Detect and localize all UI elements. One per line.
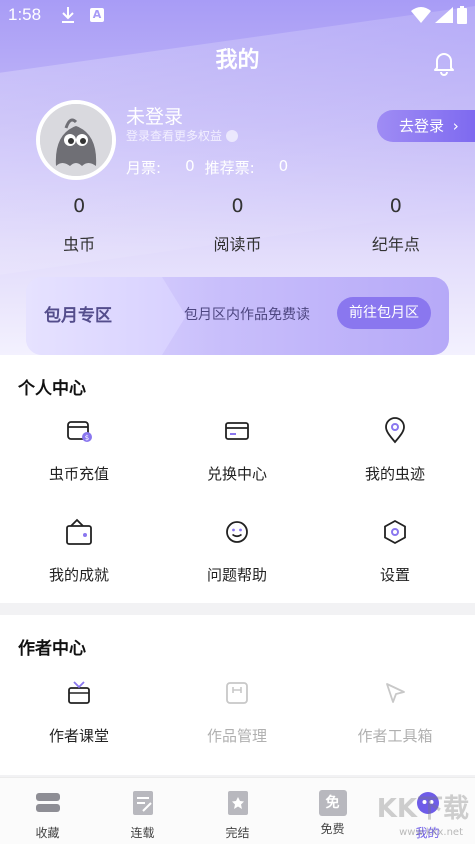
book-manage-icon (226, 682, 248, 704)
grid-label: 虫币充值 (48, 465, 109, 483)
a-badge-icon: A (90, 8, 104, 22)
grid-item-achievements[interactable]: 我的成就 (0, 518, 158, 585)
serial-icon (132, 791, 153, 815)
status-time: 1:58 (8, 5, 42, 24)
nav-item-serial[interactable]: 连载 (95, 778, 190, 844)
grid-item-author-toolbox[interactable]: 作者工具箱 (316, 679, 474, 746)
stat-value: 0 (231, 195, 244, 217)
stat-label: 虫币 (63, 235, 96, 254)
grid-item-author-class[interactable]: 作者课堂 (0, 679, 158, 746)
nav-label: 免费 (320, 822, 345, 836)
card-icon (225, 422, 249, 440)
chevron-right-icon: › (452, 117, 459, 135)
wifi-icon (411, 7, 431, 23)
bookshelf-icon (35, 793, 60, 812)
download-icon (62, 7, 74, 23)
nav-item-finished[interactable]: 完结 (190, 778, 285, 844)
free-badge-text: 免 (325, 795, 340, 811)
grid-item-exchange-center[interactable]: 兑换中心 (158, 417, 316, 484)
nav-label: 连载 (130, 826, 155, 840)
free-icon: 免 (318, 790, 347, 816)
ghost-avatar-icon (40, 104, 112, 176)
vip-description: 包月区内作品免费读 (184, 307, 310, 323)
stats-row: 0 虫币 0 阅读币 0 纪年点 (0, 195, 475, 255)
stat-year-points[interactable]: 0 纪年点 (317, 195, 475, 255)
page-title: 我的 (215, 48, 260, 73)
grid-label: 设置 (379, 566, 410, 584)
status-bar: 1:58 A (0, 0, 475, 32)
grid-item-coin-recharge[interactable]: $ 虫币充值 (0, 417, 158, 484)
login-button[interactable]: 去登录 › (377, 110, 475, 142)
gift-wallet-icon (66, 518, 92, 545)
nav-label: 完结 (225, 826, 250, 840)
status-indicators (411, 6, 467, 24)
stat-reading-coins[interactable]: 0 阅读币 (158, 195, 316, 255)
recommend-ticket-label: 推荐票: (204, 159, 255, 177)
stat-label: 阅读币 (213, 235, 262, 254)
stat-label: 纪年点 (371, 235, 420, 254)
nav-label: 收藏 (35, 826, 60, 840)
battery-icon (457, 6, 467, 24)
ticket-counts: 月票: 0 推荐票: 0 (126, 157, 288, 178)
grid-label: 作品管理 (206, 727, 267, 745)
grid-item-works-manage[interactable]: 作品管理 (158, 679, 316, 746)
author-center-section: 作者中心 作者课堂 作品管理 作者工具箱 (0, 615, 475, 775)
nav-item-collection[interactable]: 收藏 (0, 778, 95, 844)
vip-banner[interactable]: 包月专区 包月区内作品免费读 前往包月区 (26, 277, 449, 355)
section-title: 作者中心 (18, 639, 86, 659)
avatar[interactable] (36, 100, 116, 180)
watermark-url: www.kkx.net (399, 827, 463, 838)
grid-item-my-traces[interactable]: 我的虫迹 (316, 417, 474, 484)
grid-item-help[interactable]: 问题帮助 (158, 518, 316, 585)
bell-icon[interactable] (431, 50, 457, 76)
section-title: 个人中心 (18, 379, 86, 399)
grid-label: 作者课堂 (48, 727, 109, 745)
login-hint-text: 登录查看更多权益 (126, 129, 223, 143)
nav-item-free[interactable]: 免 免费 (285, 778, 380, 844)
personal-center-section: 个人中心 $ 虫币充值 兑换中心 我的虫迹 我的成就 问题帮助 设置 (0, 355, 475, 603)
grid-label: 兑换中心 (206, 465, 267, 483)
hexagon-settings-icon (384, 519, 406, 545)
stat-coins[interactable]: 0 虫币 (0, 195, 158, 255)
watermark-logo: KK下载 (376, 794, 469, 824)
monthly-ticket-label: 月票: (126, 159, 162, 177)
wallet-coin-icon: $ (67, 421, 92, 442)
grid-item-settings[interactable]: 设置 (316, 518, 474, 585)
vip-title: 包月专区 (44, 306, 112, 326)
grid-label: 作者工具箱 (357, 727, 433, 745)
smile-icon (226, 521, 248, 543)
stat-value: 0 (73, 195, 86, 217)
recommend-ticket-value: 0 (278, 157, 289, 175)
login-hint[interactable]: 登录查看更多权益 (126, 127, 239, 144)
username[interactable]: 未登录 (126, 102, 183, 129)
cursor-icon (386, 683, 405, 703)
login-button-label: 去登录 (399, 117, 445, 135)
go-vip-button[interactable]: 前往包月区 (337, 297, 431, 329)
location-pin-icon (385, 417, 405, 444)
finished-icon (227, 791, 248, 815)
edit-icon (226, 130, 239, 142)
stat-value: 0 (389, 195, 402, 217)
svg-text:$: $ (85, 434, 89, 442)
grid-label: 我的成就 (48, 566, 109, 584)
tv-icon (68, 681, 90, 704)
grid-label: 问题帮助 (206, 566, 267, 584)
grid-label: 我的虫迹 (364, 465, 425, 483)
monthly-ticket-value: 0 (185, 157, 195, 175)
signal-icon (435, 7, 453, 23)
